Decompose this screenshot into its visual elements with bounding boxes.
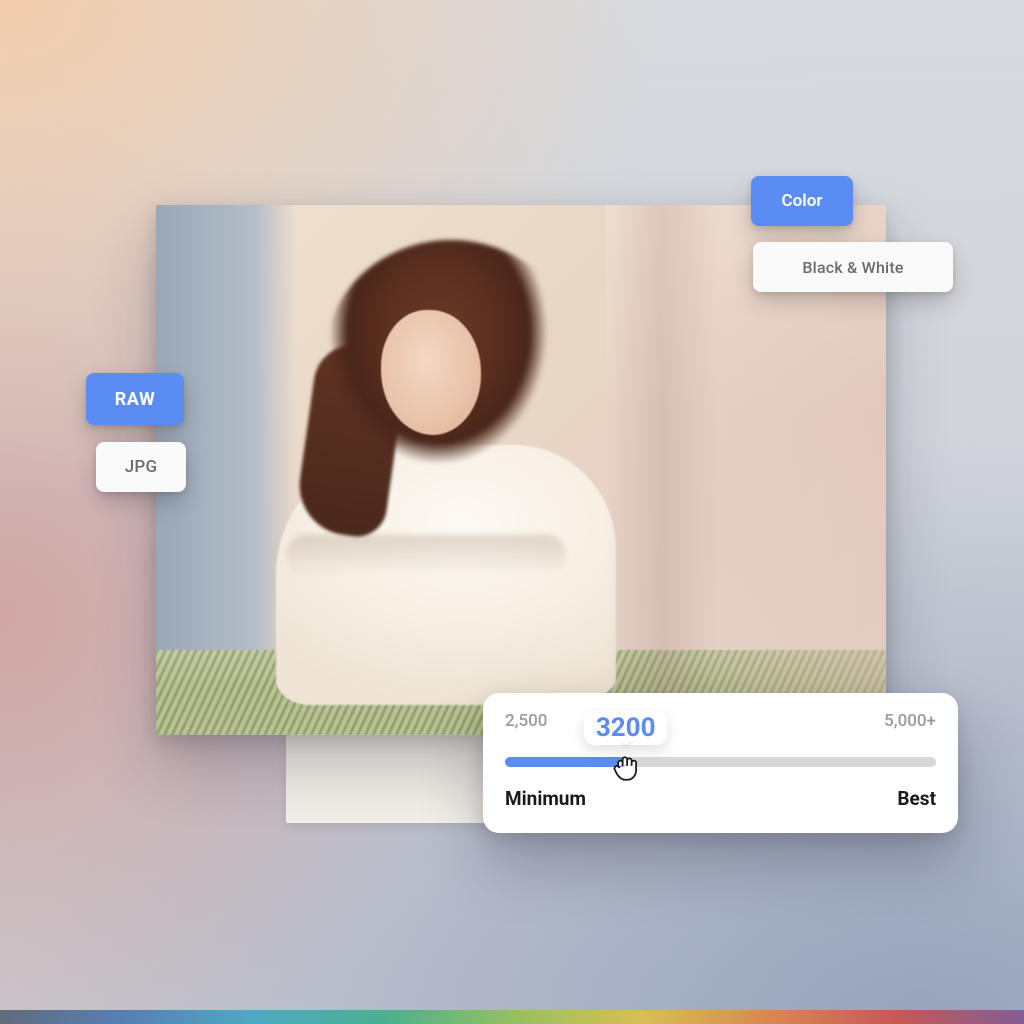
slider-value-bubble: 3200 — [584, 711, 668, 745]
format-raw-button[interactable]: RAW — [86, 373, 184, 425]
bw-mode-button[interactable]: Black & White — [753, 242, 953, 292]
slider-fill — [505, 757, 626, 767]
photo-figure-shadow — [286, 535, 566, 575]
color-mode-button[interactable]: Color — [751, 176, 853, 226]
slider-max-display: 5,000+ — [884, 711, 936, 731]
slider-track[interactable]: 3200 — [505, 757, 936, 767]
slider-min-label: Minimum — [505, 787, 586, 810]
slider-min-display: 2,500 — [505, 711, 547, 731]
photo-figure-face — [381, 310, 481, 435]
grab-cursor-icon — [608, 749, 644, 785]
slider-range-labels: 2,500 5,000+ — [505, 711, 936, 731]
rainbow-strip — [0, 1010, 1024, 1024]
slider-max-label: Best — [897, 787, 936, 810]
slider-quality-labels: Minimum Best — [505, 787, 936, 810]
format-jpg-button[interactable]: JPG — [96, 442, 186, 492]
quality-slider-card: 2,500 5,000+ 3200 Minimum Best — [483, 693, 958, 833]
